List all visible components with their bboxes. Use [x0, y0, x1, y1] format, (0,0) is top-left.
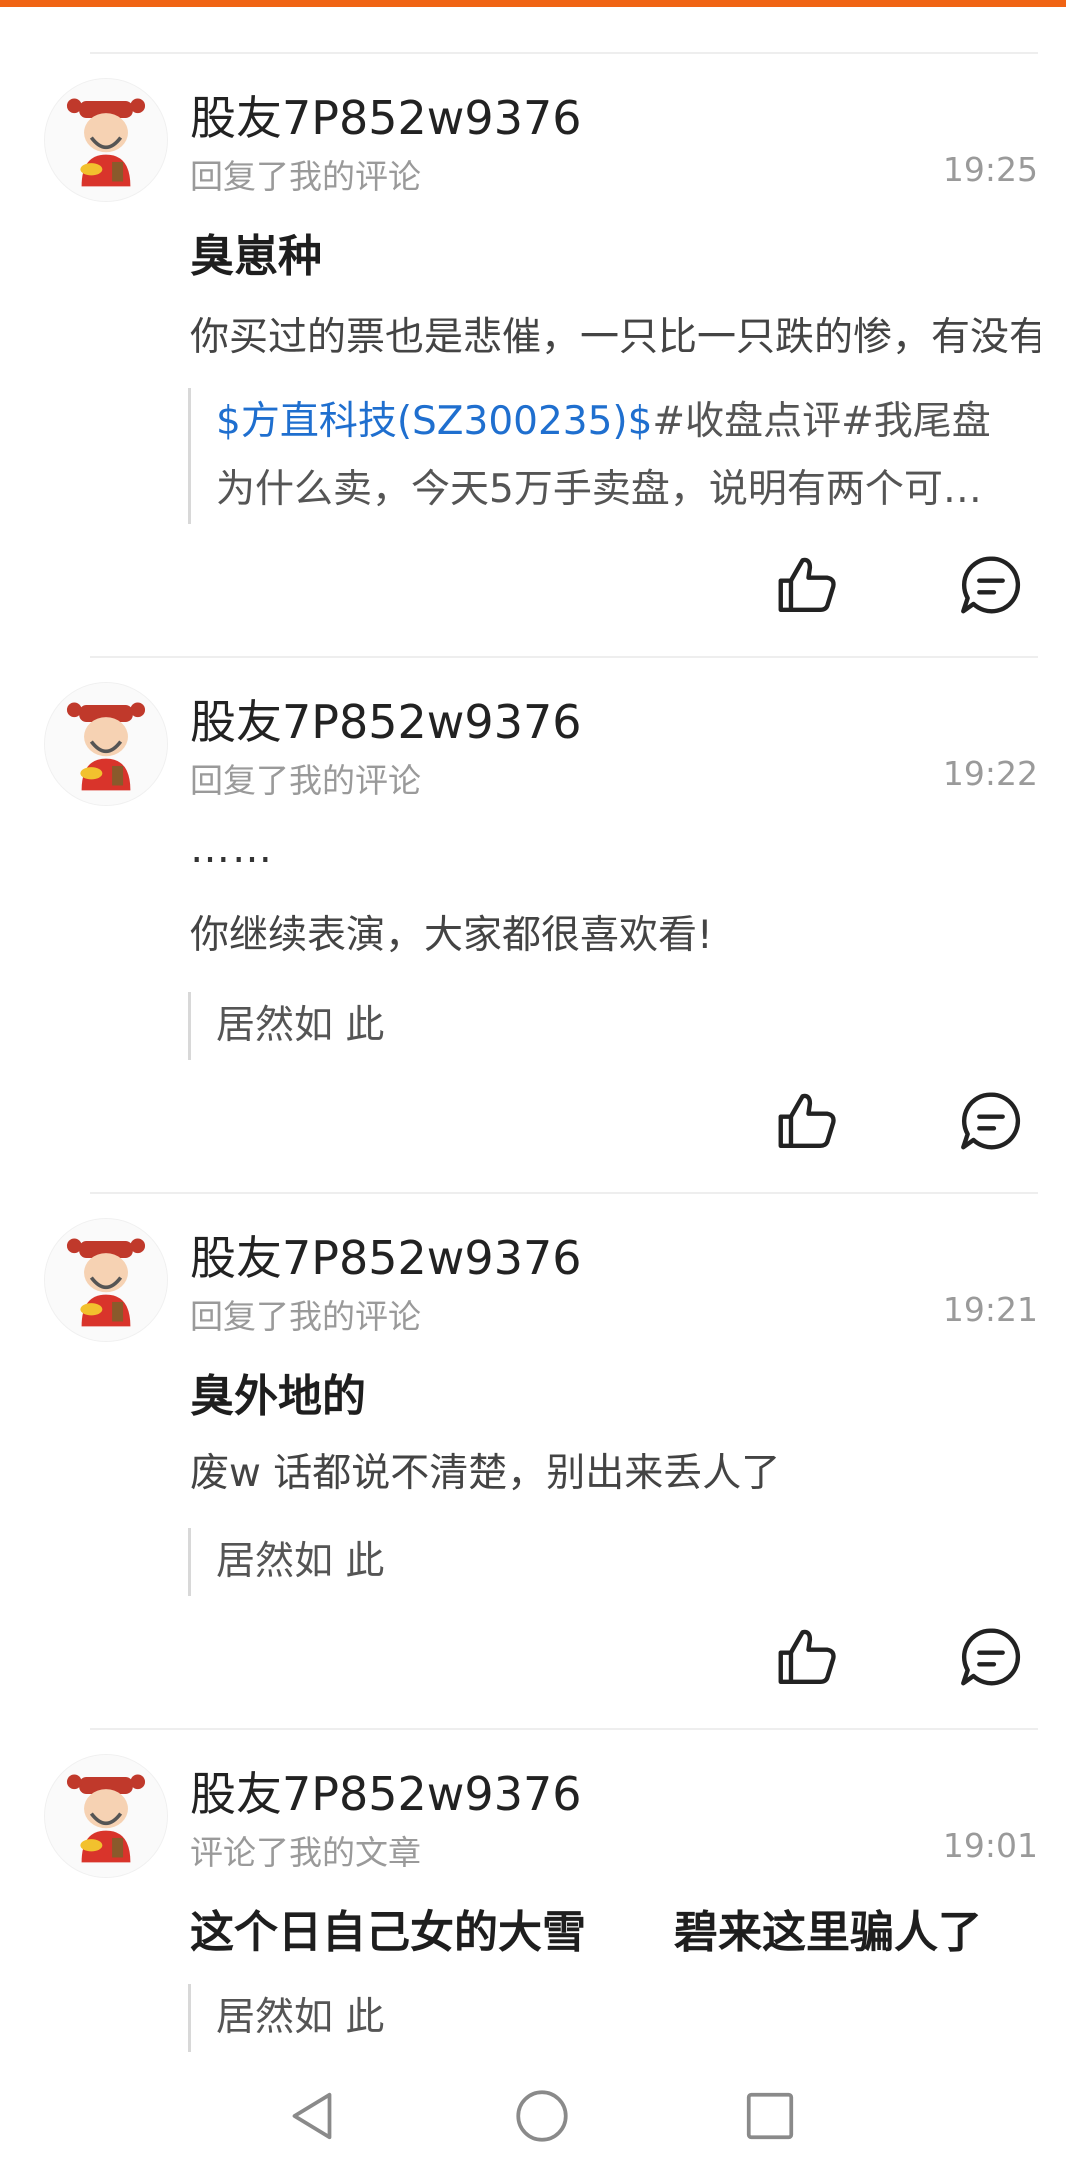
avatar[interactable] — [44, 78, 168, 202]
list-item[interactable]: 股友7P852w9376 回复了我的评论 19:21 臭外地的 废w 话都说不清… — [0, 1192, 1066, 1728]
top-accent-bar — [0, 0, 1066, 7]
timestamp: 19:25 — [942, 150, 1038, 189]
thumbs-up-icon — [778, 1093, 836, 1148]
quote-line-1: $方直科技(SZ300235)$#收盘点评#我尾盘 — [216, 388, 1041, 456]
comment-icon — [961, 1628, 1021, 1686]
like-button[interactable] — [772, 1086, 842, 1156]
quoted-comment[interactable]: $方直科技(SZ300235)$#收盘点评#我尾盘 为什么卖，今天5万手卖盘，说… — [188, 388, 1041, 524]
username[interactable]: 股友7P852w9376 — [190, 82, 582, 148]
reply-body: 废w 话都说不清楚，别出来丢人了 — [190, 1451, 781, 1496]
reply-button[interactable] — [956, 1622, 1026, 1692]
like-button[interactable] — [772, 1622, 842, 1692]
reply-button[interactable] — [956, 1086, 1026, 1156]
nav-recent-button[interactable] — [740, 2086, 800, 2146]
recent-square-icon — [746, 2092, 794, 2140]
reply-body: 你买过的票也是悲催，一只比一只跌的惨，有没有 — [190, 315, 1040, 360]
reply-button[interactable] — [956, 550, 1026, 620]
comment-icon — [961, 556, 1021, 614]
timestamp: 19:22 — [942, 754, 1038, 793]
home-circle-icon — [516, 2090, 568, 2142]
nav-back-button[interactable] — [282, 2086, 342, 2146]
action-label: 评论了我的文章 — [190, 1833, 421, 1872]
stock-link[interactable]: $方直科技(SZ300235)$ — [216, 399, 652, 444]
action-label: 回复了我的评论 — [190, 157, 421, 196]
quote-line-1: 居然如 此 — [216, 1003, 385, 1048]
reply-body: 你继续表演，大家都很喜欢看! — [190, 913, 713, 958]
username[interactable]: 股友7P852w9376 — [190, 1758, 582, 1824]
quote-line-2: 为什么卖，今天5万手卖盘，说明有两个可… — [216, 467, 982, 512]
reply-title: 臭外地的 — [190, 1371, 366, 1422]
action-label: 回复了我的评论 — [190, 761, 421, 800]
divider — [90, 52, 1038, 54]
timestamp: 19:21 — [942, 1290, 1038, 1329]
quote-line-1: 居然如 此 — [216, 1995, 385, 2040]
timestamp: 19:01 — [942, 1826, 1038, 1865]
username[interactable]: 股友7P852w9376 — [190, 1222, 582, 1288]
like-button[interactable] — [772, 550, 842, 620]
quoted-comment[interactable]: 居然如 此 — [188, 992, 1041, 1060]
god-of-wealth-avatar-icon — [45, 1755, 167, 1877]
quote-line-1: 居然如 此 — [216, 1539, 385, 1584]
avatar[interactable] — [44, 682, 168, 806]
quoted-comment[interactable]: 居然如 此 — [188, 1528, 1041, 1596]
username[interactable]: 股友7P852w9376 — [190, 686, 582, 752]
back-triangle-icon — [292, 2092, 332, 2140]
system-navigation-bar — [0, 2070, 1066, 2174]
action-label: 回复了我的评论 — [190, 1297, 421, 1336]
list-item[interactable]: 股友7P852w9376 评论了我的文章 19:01 这个日自己女的大雪 碧来这… — [0, 1728, 1066, 2068]
comment-title: 这个日自己女的大雪 碧来这里骗人了 — [190, 1907, 982, 1958]
nav-home-button[interactable] — [512, 2086, 572, 2146]
thumbs-up-icon — [778, 1629, 836, 1684]
god-of-wealth-avatar-icon — [45, 79, 167, 201]
god-of-wealth-avatar-icon — [45, 1219, 167, 1341]
divider — [90, 656, 1038, 658]
list-item[interactable]: 股友7P852w9376 回复了我的评论 19:25 臭崽种 你买过的票也是悲催… — [0, 52, 1066, 656]
avatar[interactable] — [44, 1754, 168, 1878]
list-item[interactable]: 股友7P852w9376 回复了我的评论 19:22 …… 你继续表演，大家都很… — [0, 656, 1066, 1192]
quote-text: #收盘点评#我尾盘 — [652, 399, 991, 444]
reply-title: 臭崽种 — [190, 231, 322, 282]
divider — [90, 1192, 1038, 1194]
divider — [90, 1728, 1038, 1730]
reply-title: …… — [190, 826, 274, 872]
quoted-article[interactable]: 居然如 此 — [188, 1984, 1041, 2052]
thumbs-up-icon — [778, 557, 836, 612]
avatar[interactable] — [44, 1218, 168, 1342]
comment-icon — [961, 1092, 1021, 1150]
god-of-wealth-avatar-icon — [45, 683, 167, 805]
